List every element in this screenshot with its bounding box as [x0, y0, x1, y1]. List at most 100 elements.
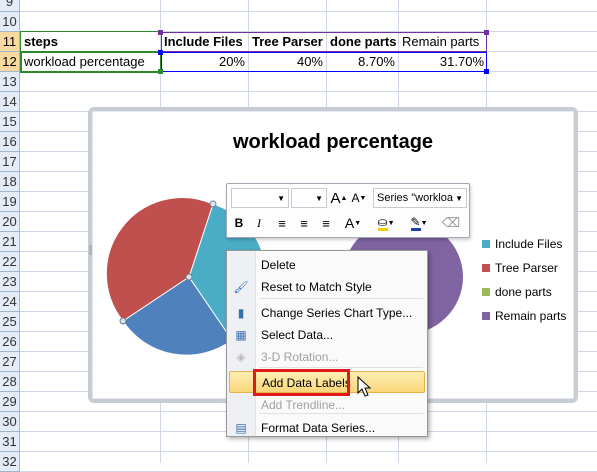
menu-item-label: Reset to Match Style — [261, 280, 372, 294]
values-range — [161, 52, 487, 72]
menu-item-label: Format Data Series... — [261, 421, 376, 435]
menu-item-label: 3-D Rotation... — [261, 350, 339, 364]
row-gridline — [20, 91, 597, 92]
category-range — [161, 32, 487, 52]
highlight-box — [253, 369, 350, 396]
legend-label: Tree Parser — [495, 261, 558, 275]
select-data-icon: ▦ — [235, 328, 247, 342]
label-range — [20, 31, 162, 53]
row-header-32[interactable]: 32 — [0, 452, 20, 472]
legend-label: Remain parts — [495, 309, 567, 323]
text-color-icon: A — [344, 215, 355, 231]
row-header-14[interactable]: 14 — [0, 92, 20, 112]
menu-item-label: Add Trendline... — [261, 398, 346, 412]
menu-item-format-data-series[interactable]: ▤ Format Data Series... — [229, 417, 425, 439]
font-name-select[interactable]: ▼ — [231, 188, 289, 208]
font-size-select[interactable]: ▼ — [291, 188, 327, 208]
row-header-26[interactable]: 26 — [0, 332, 20, 352]
row-header-16[interactable]: 16 — [0, 132, 20, 152]
range-handle[interactable] — [158, 50, 163, 55]
row-header-15[interactable]: 15 — [0, 112, 20, 132]
range-handle[interactable] — [484, 69, 489, 74]
row-header-11[interactable]: 11 — [0, 32, 20, 52]
context-menu: Delete 🖌 Reset to Match Style ▮ Change Serie… — [226, 250, 428, 437]
menu-item-delete[interactable]: Delete — [229, 254, 425, 276]
align-right-icon: ≡ — [322, 215, 330, 231]
chevron-down-icon: ▼ — [277, 193, 285, 203]
legend-label: done parts — [495, 285, 552, 299]
align-left-icon: ≡ — [278, 215, 286, 231]
menu-item-label: Change Series Chart Type... — [261, 306, 413, 320]
grow-font-icon: A — [330, 189, 341, 207]
align-center-icon: ≡ — [300, 215, 308, 231]
format-series-icon: ▤ — [235, 421, 247, 435]
series-name-range — [20, 51, 162, 73]
row-header-21[interactable]: 21 — [0, 232, 20, 252]
row-header-19[interactable]: 19 — [0, 192, 20, 212]
legend-item[interactable]: Include Files — [482, 237, 562, 251]
shrink-font-icon: A — [351, 191, 360, 205]
menu-item-3-d-rotation: ◈ 3-D Rotation... — [229, 346, 425, 368]
range-handle[interactable] — [484, 30, 489, 35]
mouse-cursor-icon — [357, 376, 372, 397]
italic-button[interactable]: I — [251, 213, 267, 233]
legend-item[interactable]: Tree Parser — [482, 261, 558, 275]
chart-element-value: Series "workloa — [377, 192, 454, 204]
outline-color-button[interactable]: ✎ ▼ — [405, 213, 433, 233]
menu-item-reset-to-match-style[interactable]: 🖌 Reset to Match Style — [229, 276, 425, 298]
chart-element-select[interactable]: Series "workloa ▼ — [373, 188, 467, 208]
legend-swatch — [482, 240, 490, 248]
range-handle[interactable] — [158, 30, 163, 35]
row-gridline — [20, 451, 597, 452]
fill-color-button[interactable]: ⛀ ▼ — [373, 213, 399, 233]
align-right-button[interactable]: ≡ — [317, 213, 335, 233]
row-header-30[interactable]: 30 — [0, 412, 20, 432]
row-header-13[interactable]: 13 — [0, 72, 20, 92]
row-header-18[interactable]: 18 — [0, 172, 20, 192]
row-header-29[interactable]: 29 — [0, 392, 20, 412]
menu-separator — [259, 413, 423, 414]
row-gridline — [20, 11, 597, 12]
bold-button[interactable]: B — [231, 213, 247, 233]
row-header-31[interactable]: 31 — [0, 432, 20, 452]
menu-item-select-data[interactable]: ▦ Select Data... — [229, 324, 425, 346]
rotation-icon: ◈ — [236, 350, 246, 364]
chevron-down-icon: ▼ — [455, 193, 463, 203]
legend-label: Include Files — [495, 237, 563, 251]
menu-separator — [259, 298, 423, 299]
mini-toolbar: ▼ ▼ A ▲ A ▼ Series "workloa ▼ B I ≡ ≡ ≡ A ▼… — [226, 183, 470, 238]
resize-grip[interactable] — [89, 245, 92, 255]
paint-bucket-icon: ⛀ — [377, 214, 388, 231]
row-header-23[interactable]: 23 — [0, 272, 20, 292]
legend-item[interactable]: Remain parts — [482, 309, 566, 323]
legend-swatch — [482, 288, 490, 296]
menu-item-change-series-chart-type[interactable]: ▮ Change Series Chart Type... — [229, 302, 425, 324]
format-painter-button[interactable]: ⌫ — [441, 213, 461, 233]
legend-item[interactable]: done parts — [482, 285, 552, 299]
row-header-17[interactable]: 17 — [0, 152, 20, 172]
row-header-22[interactable]: 22 — [0, 252, 20, 272]
row-header-24[interactable]: 24 — [0, 292, 20, 312]
pen-icon: ✎ — [410, 214, 421, 231]
row-header-27[interactable]: 27 — [0, 352, 20, 372]
align-center-button[interactable]: ≡ — [295, 213, 313, 233]
menu-item-label: Delete — [261, 258, 296, 272]
range-handle[interactable] — [158, 69, 163, 74]
row-header-25[interactable]: 25 — [0, 312, 20, 332]
legend-swatch — [482, 264, 490, 272]
menu-separator — [259, 367, 423, 368]
legend-swatch — [482, 312, 490, 320]
row-header-28[interactable]: 28 — [0, 372, 20, 392]
shrink-font-button[interactable]: A ▼ — [351, 188, 367, 208]
grow-font-button[interactable]: A ▲ — [330, 188, 348, 208]
row-header-12[interactable]: 12 — [0, 52, 20, 72]
text-color-button[interactable]: A ▼ — [341, 213, 365, 233]
reset-style-icon: 🖌 — [233, 280, 249, 294]
chart-type-icon: ▮ — [237, 306, 245, 320]
chevron-down-icon: ▼ — [315, 193, 323, 203]
row-header-20[interactable]: 20 — [0, 212, 20, 232]
row-header-10[interactable]: 10 — [0, 12, 20, 32]
row-header-9[interactable]: 9 — [0, 0, 20, 12]
menu-item-label: Select Data... — [261, 328, 334, 342]
align-left-button[interactable]: ≡ — [273, 213, 291, 233]
